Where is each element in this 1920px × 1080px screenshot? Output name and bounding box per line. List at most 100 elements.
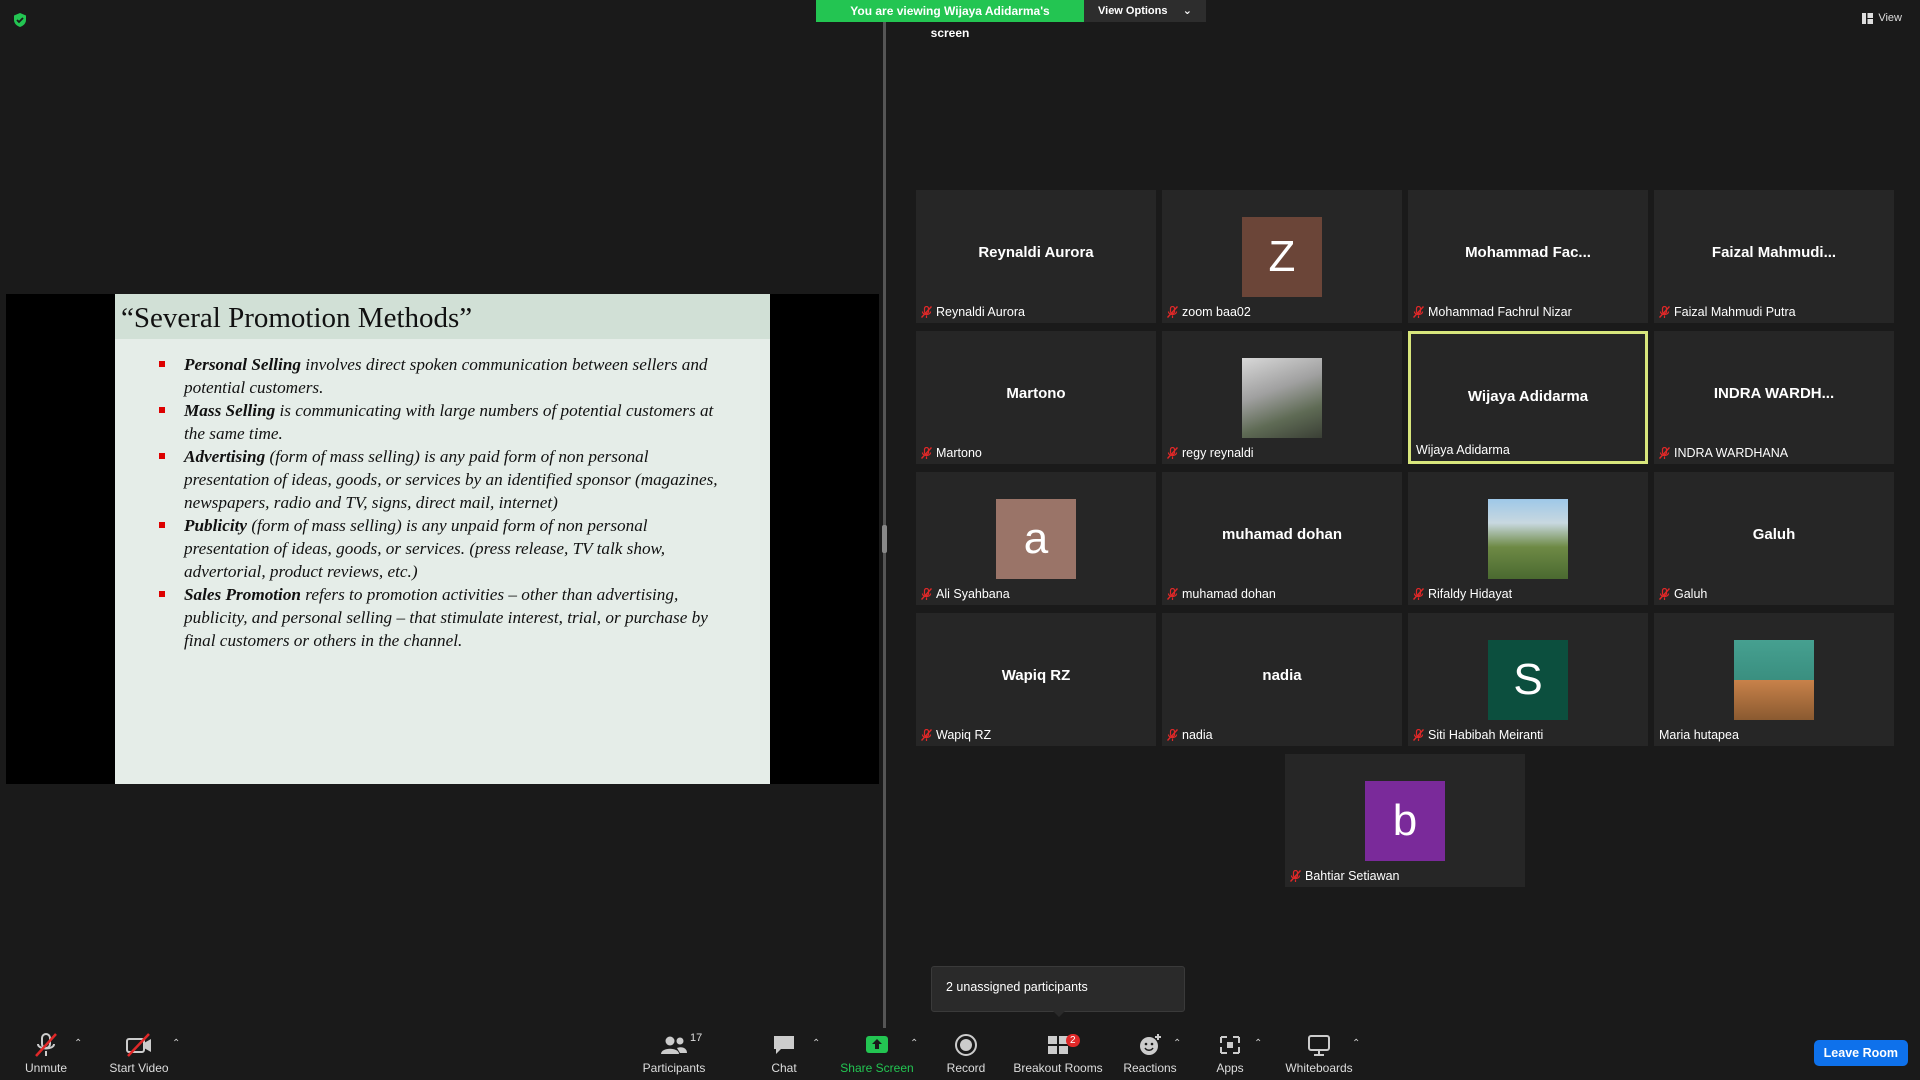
camera-off-icon	[126, 1033, 151, 1057]
microphone-muted-icon	[1167, 588, 1178, 600]
record-icon	[955, 1034, 977, 1056]
bullet-text: (form of mass selling) is any paid form …	[184, 447, 718, 512]
record-label: Record	[946, 1061, 986, 1075]
participants-count: 17	[690, 1032, 703, 1044]
view-label: View	[1878, 12, 1902, 24]
participant-name-label: Faizal Mahmudi Putra	[1659, 305, 1796, 319]
participant-name: Mohammad Fachrul Nizar	[1428, 305, 1572, 319]
microphone-muted-icon	[1413, 306, 1424, 318]
participant-tile[interactable]: Rifaldy Hidayat	[1408, 472, 1648, 605]
video-options-caret-icon[interactable]: ⌃	[172, 1038, 180, 1049]
participant-tile[interactable]: Zzoom baa02	[1162, 190, 1402, 323]
reactions-button[interactable]: Reactions	[1122, 1028, 1178, 1080]
bullet-term: Advertising	[184, 447, 266, 466]
participants-icon	[661, 1036, 687, 1054]
participant-tile[interactable]: Reynaldi Aurora Reynaldi Aurora	[916, 190, 1156, 323]
view-options-label: View Options	[1098, 5, 1168, 17]
participant-name: Wijaya Adidarma	[1416, 443, 1510, 457]
bullet-square-icon	[159, 453, 165, 459]
whiteboard-icon	[1308, 1035, 1330, 1056]
participant-tile[interactable]: INDRA WARDH... INDRA WARDHANA	[1654, 331, 1894, 464]
slide-bullet-item: Personal Selling involves direct spoken …	[159, 353, 730, 399]
divider-handle[interactable]	[882, 525, 887, 553]
participant-tile[interactable]: Galuh Galuh	[1654, 472, 1894, 605]
participant-name-label: Wapiq RZ	[921, 728, 991, 742]
microphone-muted-icon	[921, 447, 932, 459]
microphone-muted-icon	[1659, 447, 1670, 459]
participant-name-label: Mohammad Fachrul Nizar	[1413, 305, 1572, 319]
audio-options-caret-icon[interactable]: ⌃	[74, 1038, 82, 1049]
participant-tile[interactable]: b Bahtiar Setiawan	[1285, 754, 1525, 887]
shared-screen: “Several Promotion Methods” Personal Sel…	[6, 294, 879, 784]
start-video-button[interactable]: Start Video	[104, 1028, 174, 1080]
share-options-caret-icon[interactable]: ⌃	[910, 1038, 918, 1049]
reactions-smiley-icon	[1140, 1034, 1161, 1055]
bullet-square-icon	[159, 591, 165, 597]
participant-name-label: INDRA WARDHANA	[1659, 446, 1788, 460]
view-button[interactable]: View	[1862, 12, 1902, 24]
whiteboards-options-caret-icon[interactable]: ⌃	[1352, 1038, 1360, 1049]
breakout-rooms-button[interactable]: Breakout Rooms	[1013, 1028, 1103, 1080]
chat-options-caret-icon[interactable]: ⌃	[812, 1038, 820, 1049]
participant-display-name: muhamad dohan	[1221, 526, 1342, 543]
participant-tile[interactable]: a Ali Syahbana	[916, 472, 1156, 605]
participant-tile[interactable]: Wijaya Adidarma Wijaya Adidarma	[1408, 331, 1648, 464]
viewing-screen-text: You are viewing Wijaya Adidarma's screen	[816, 0, 1084, 40]
participant-tile[interactable]: Faizal Mahmudi... Faizal Mahmudi Putra	[1654, 190, 1894, 323]
chat-button[interactable]: Chat	[768, 1028, 800, 1080]
security-shield-icon[interactable]	[12, 12, 28, 28]
slide-bullet-item: Sales Promotion refers to promotion acti…	[159, 583, 730, 652]
participant-avatar: a	[996, 499, 1076, 579]
unmute-label: Unmute	[24, 1061, 68, 1075]
participant-display-name: Wijaya Adidarma	[1467, 388, 1589, 405]
participant-tile[interactable]: muhamad dohan muhamad dohan	[1162, 472, 1402, 605]
participant-name-label: Rifaldy Hidayat	[1413, 587, 1512, 601]
participant-display-name: Mohammad Fac...	[1465, 244, 1591, 261]
participant-name: INDRA WARDHANA	[1674, 446, 1789, 460]
bullet-term: Publicity	[184, 516, 248, 535]
participant-display-name: nadia	[1262, 667, 1302, 684]
chat-bubble-icon	[774, 1036, 794, 1054]
participant-display-name: Martono	[1006, 385, 1066, 402]
participant-tile[interactable]: Maria hutapea	[1654, 613, 1894, 746]
reactions-options-caret-icon[interactable]: ⌃	[1173, 1038, 1181, 1049]
unmute-button[interactable]: Unmute	[18, 1028, 74, 1080]
microphone-muted-icon	[921, 729, 932, 741]
participant-display-name: Faizal Mahmudi...	[1711, 244, 1837, 261]
participant-tile[interactable]: regy reynaldi	[1162, 331, 1402, 464]
participant-display-name: Galuh	[1752, 526, 1796, 543]
share-screen-button[interactable]: Share Screen	[840, 1028, 914, 1080]
microphone-muted-icon	[1167, 306, 1178, 318]
microphone-muted-icon	[1167, 729, 1178, 741]
microphone-muted-icon	[35, 1033, 57, 1057]
participant-tile[interactable]: Martono Martono	[916, 331, 1156, 464]
participant-avatar: Z	[1242, 217, 1322, 297]
breakout-rooms-badge: 2	[1066, 1034, 1080, 1047]
participant-name-label: zoom baa02	[1167, 305, 1251, 319]
tooltip-arrow	[1052, 1010, 1066, 1017]
participant-name: Maria hutapea	[1659, 728, 1739, 742]
record-button[interactable]: Record	[944, 1028, 988, 1080]
participant-name-label: Maria hutapea	[1659, 728, 1739, 742]
participant-tile[interactable]: S Siti Habibah Meiranti	[1408, 613, 1648, 746]
participant-name: Martono	[936, 446, 982, 460]
breakout-rooms-label: Breakout Rooms	[1013, 1061, 1103, 1075]
participant-name: Rifaldy Hidayat	[1428, 587, 1513, 601]
share-screen-label: Share Screen	[840, 1061, 914, 1075]
participant-name: Ali Syahbana	[936, 587, 1010, 601]
participant-name: Wapiq RZ	[936, 728, 992, 742]
participant-tile[interactable]: nadia nadia	[1162, 613, 1402, 746]
participant-tile[interactable]: Wapiq RZ Wapiq RZ	[916, 613, 1156, 746]
unassigned-participants-tooltip: 2 unassigned participants	[931, 966, 1185, 1012]
apps-options-caret-icon[interactable]: ⌃	[1254, 1038, 1262, 1049]
participant-name-label: Galuh	[1659, 587, 1707, 601]
participant-name: muhamad dohan	[1182, 587, 1276, 601]
participant-name: Siti Habibah Meiranti	[1428, 728, 1544, 742]
leave-room-button[interactable]: Leave Room	[1813, 1040, 1908, 1066]
apps-button[interactable]: Apps	[1210, 1028, 1250, 1080]
apps-label: Apps	[1216, 1061, 1244, 1075]
view-options-dropdown[interactable]: View Options ⌄	[1084, 0, 1206, 22]
whiteboards-button[interactable]: Whiteboards	[1284, 1028, 1354, 1080]
share-screen-icon	[866, 1036, 888, 1053]
participant-tile[interactable]: Mohammad Fac... Mohammad Fachrul Nizar	[1408, 190, 1648, 323]
